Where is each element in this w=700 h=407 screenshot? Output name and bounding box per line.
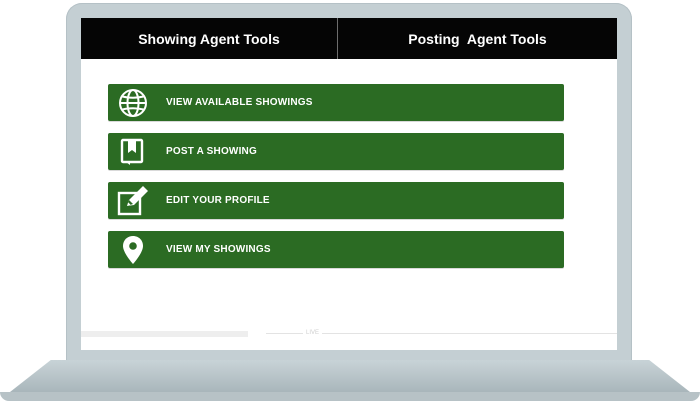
tools-menu: VIEW AVAILABLE SHOWINGS POST A SHOWING E… xyxy=(108,84,564,280)
globe-icon xyxy=(108,84,158,121)
edit-your-profile-label: EDIT YOUR PROFILE xyxy=(166,195,270,206)
laptop-base xyxy=(10,360,690,392)
view-my-showings-button[interactable]: VIEW MY SHOWINGS xyxy=(108,231,564,268)
laptop-screen: Showing Agent Tools Posting Agent Tools … xyxy=(81,18,617,350)
view-available-showings-label: VIEW AVAILABLE SHOWINGS xyxy=(166,97,313,108)
document-bookmark-icon xyxy=(108,133,158,170)
view-my-showings-label: VIEW MY SHOWINGS xyxy=(166,244,271,255)
tab-posting-agent-tools-label: Posting Agent Tools xyxy=(408,30,547,47)
tab-showing-agent-tools[interactable]: Showing Agent Tools xyxy=(81,18,338,59)
header-bar: Showing Agent Tools Posting Agent Tools xyxy=(81,18,617,59)
view-available-showings-button[interactable]: VIEW AVAILABLE SHOWINGS xyxy=(108,84,564,121)
footer-scrollbar xyxy=(81,331,248,337)
post-a-showing-button[interactable]: POST A SHOWING xyxy=(108,133,564,170)
tab-showing-agent-tools-label: Showing Agent Tools xyxy=(138,30,280,47)
tab-posting-agent-tools[interactable]: Posting Agent Tools xyxy=(338,18,617,59)
post-a-showing-label: POST A SHOWING xyxy=(166,146,257,157)
edit-your-profile-button[interactable]: EDIT YOUR PROFILE xyxy=(108,182,564,219)
footer-text: LIVE xyxy=(303,330,323,336)
footer-divider: LIVE xyxy=(81,330,617,350)
laptop-base-lip xyxy=(0,392,700,401)
edit-pencil-icon xyxy=(108,182,158,219)
map-pin-icon xyxy=(108,231,158,268)
